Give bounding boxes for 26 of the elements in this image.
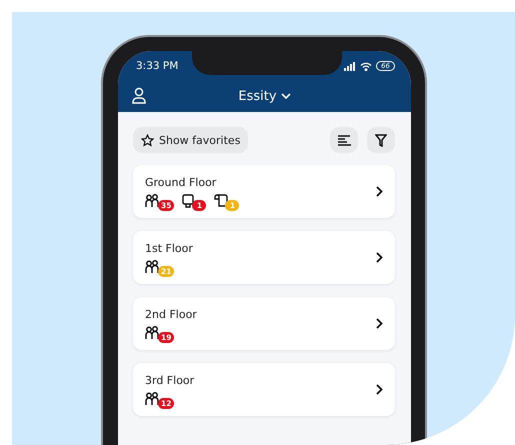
filter-button[interactable] [367, 127, 395, 153]
paper-roll-icon [214, 194, 228, 208]
show-favorites-button[interactable]: Show favorites [133, 127, 248, 153]
people-icon [145, 392, 161, 406]
sort-lines-icon [338, 134, 350, 146]
people-icon [145, 194, 161, 208]
people-icon [145, 326, 161, 340]
people-icon [145, 260, 161, 274]
chevron-right-icon [376, 252, 383, 263]
chevron-right-icon [376, 186, 383, 197]
sort-button[interactable] [330, 127, 358, 153]
floor-name: Ground Floor [145, 176, 218, 188]
floor-name: 3rd Floor [145, 374, 196, 386]
chevron-right-icon [376, 384, 383, 395]
filter-icon [375, 134, 387, 146]
chevron-right-icon [376, 318, 383, 329]
location-dropdown[interactable]: Essity [238, 89, 291, 104]
dispenser-icon [182, 194, 196, 208]
floor-name: 1st Floor [145, 242, 194, 254]
wifi-icon [360, 62, 372, 70]
status-time: 3:33 PM [136, 60, 178, 72]
floor-name: 2nd Floor [145, 308, 198, 320]
signal-icon [344, 62, 356, 70]
chevron-down-icon [280, 93, 291, 100]
profile-icon[interactable] [132, 87, 146, 104]
star-icon [141, 134, 154, 146]
